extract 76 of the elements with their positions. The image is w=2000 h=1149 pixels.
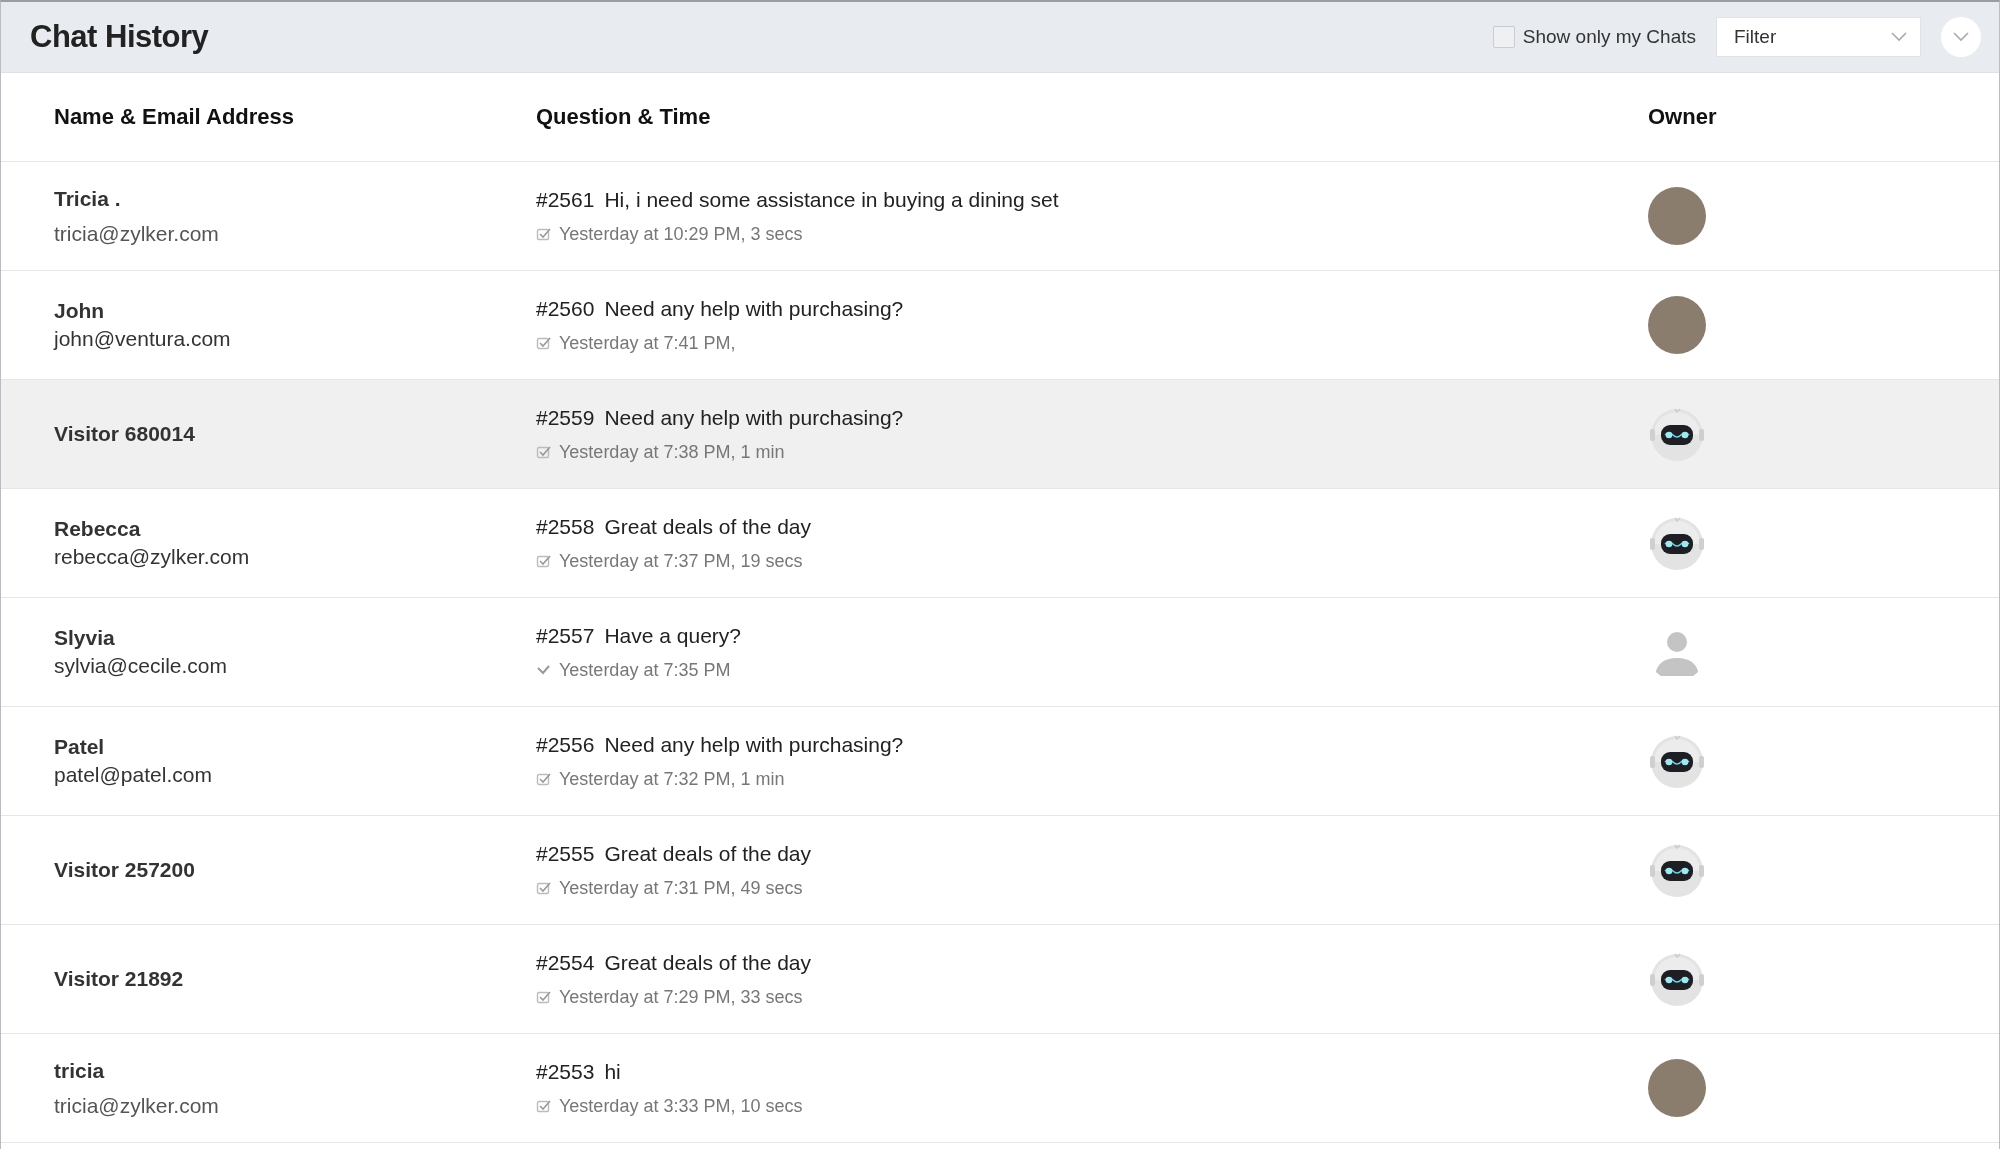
robot-avatar-icon xyxy=(1648,732,1706,790)
chat-question: Need any help with purchasing? xyxy=(604,296,904,321)
chat-time: Yesterday at 10:29 PM, 3 secs xyxy=(559,223,803,245)
checked-box-icon xyxy=(536,335,552,351)
column-header: Question & Time xyxy=(536,104,712,130)
chat-id: #2554 xyxy=(536,950,595,975)
checked-box-icon xyxy=(536,880,552,896)
chevron-down-icon xyxy=(1890,31,1908,43)
contact-email: rebecca@zylker.com xyxy=(54,545,251,569)
column-header: Name & Email Address xyxy=(54,104,296,130)
expand-button[interactable] xyxy=(1941,17,1981,57)
avatar-photo-placeholder xyxy=(1648,296,1706,354)
table-row[interactable]: Visitor 257200 #2555 Great deals of the day Yesterday at 7:31 PM, 49 secs xyxy=(1,816,1999,925)
chat-question: hi xyxy=(604,1059,621,1084)
chat-question: Have a query? xyxy=(604,623,741,648)
chat-time: Yesterday at 3:33 PM, 10 secs xyxy=(559,1095,803,1117)
chat-id: #2556 xyxy=(536,732,595,757)
checked-box-icon xyxy=(536,1098,552,1114)
table-row[interactable]: Rebecca rebecca@zylker.com #2558 Great deals of the day Yesterday at 7:37 PM, 19 secs xyxy=(1,489,1999,598)
table-row[interactable]: tricia tricia@zylker.com #2553 hi Yesterday at 3:33 PM, 10 secs xyxy=(1,1034,1999,1143)
chat-id: #2557 xyxy=(536,623,595,648)
chat-id: #2555 xyxy=(536,841,595,866)
contact-name: Visitor 21892 xyxy=(54,967,185,991)
chevron-down-icon xyxy=(1952,31,1970,43)
contact-name: John xyxy=(54,299,106,323)
robot-avatar-icon xyxy=(1648,405,1706,463)
chat-time: Yesterday at 7:35 PM xyxy=(559,659,731,681)
filter-dropdown[interactable]: Filter xyxy=(1716,17,1921,57)
contact-name: Tricia . xyxy=(54,186,122,211)
chat-question: Great deals of the day xyxy=(604,950,812,975)
avatar-photo-placeholder xyxy=(1648,1059,1706,1117)
checkbox-label[interactable]: Show only my Chats xyxy=(1522,26,1696,48)
contact-name: Rebecca xyxy=(54,517,142,541)
chat-time: Yesterday at 7:31 PM, 49 secs xyxy=(559,877,803,899)
contact-name: Visitor 257200 xyxy=(54,858,196,882)
chat-time: Yesterday at 7:29 PM, 33 secs xyxy=(559,986,803,1008)
checked-box-icon xyxy=(536,553,552,569)
contact-email: tricia@zylker.com xyxy=(54,1093,220,1118)
checked-box-icon xyxy=(536,226,552,242)
table-row[interactable]: Tricia . tricia@zylker.com #2561 Hi, i need some assistance in buying a dining set Yesterday at 10:29 PM, 3 secs xyxy=(1,162,1999,271)
chat-id: #2553 xyxy=(536,1059,595,1084)
chat-id: #2559 xyxy=(536,405,595,430)
chat-id: #2561 xyxy=(536,187,595,212)
contact-name: Patel xyxy=(54,735,106,759)
contact-name: tricia xyxy=(54,1058,106,1083)
page-title: Chat History xyxy=(30,19,209,55)
checkbox[interactable] xyxy=(1492,26,1515,48)
contact-email: patel@patel.com xyxy=(54,763,213,787)
contact-name: Slyvia xyxy=(54,626,116,650)
chat-question: Need any help with purchasing? xyxy=(604,405,904,430)
contact-email: tricia@zylker.com xyxy=(54,221,220,246)
avatar-photo-placeholder xyxy=(1648,187,1706,245)
chat-question: Need any help with purchasing? xyxy=(604,732,904,757)
table-row[interactable]: Slyvia sylvia@cecile.com #2557 Have a query? Yesterday at 7:35 PM xyxy=(1,598,1999,707)
table-row[interactable]: Patel patel@patel.com #2556 Need any help with purchasing? Yesterday at 7:32 PM, 1 min xyxy=(1,707,1999,816)
checked-box-icon xyxy=(536,771,552,787)
table-row[interactable]: Visitor 21892 #2554 Great deals of the day Yesterday at 7:29 PM, 33 secs xyxy=(1,925,1999,1034)
contact-email: john@ventura.com xyxy=(54,327,232,351)
chat-question: Great deals of the day xyxy=(604,514,812,539)
chat-id: #2558 xyxy=(536,514,595,539)
chat-id: #2560 xyxy=(536,296,595,321)
checked-box-icon xyxy=(536,989,552,1005)
contact-email: sylvia@cecile.com xyxy=(54,654,229,678)
chat-time: Yesterday at 7:38 PM, 1 min xyxy=(559,441,785,463)
robot-avatar-icon xyxy=(1648,514,1706,572)
column-header: Owner xyxy=(1647,104,1718,130)
chat-time: Yesterday at 7:37 PM, 19 secs xyxy=(559,550,803,572)
chat-time: Yesterday at 7:41 PM, xyxy=(559,332,736,354)
robot-avatar-icon xyxy=(1648,841,1706,899)
checked-box-icon xyxy=(536,444,552,460)
chat-question: Great deals of the day xyxy=(604,841,812,866)
chat-question: Hi, i need some assistance in buying a dining set xyxy=(604,187,1059,212)
chat-time: Yesterday at 7:32 PM, 1 min xyxy=(559,768,785,790)
robot-avatar-icon xyxy=(1648,950,1706,1008)
contact-name: Visitor 680014 xyxy=(54,422,196,446)
table-row[interactable]: Visitor 680014 #2559 Need any help with purchasing? Yesterday at 7:38 PM, 1 min xyxy=(1,380,1999,489)
